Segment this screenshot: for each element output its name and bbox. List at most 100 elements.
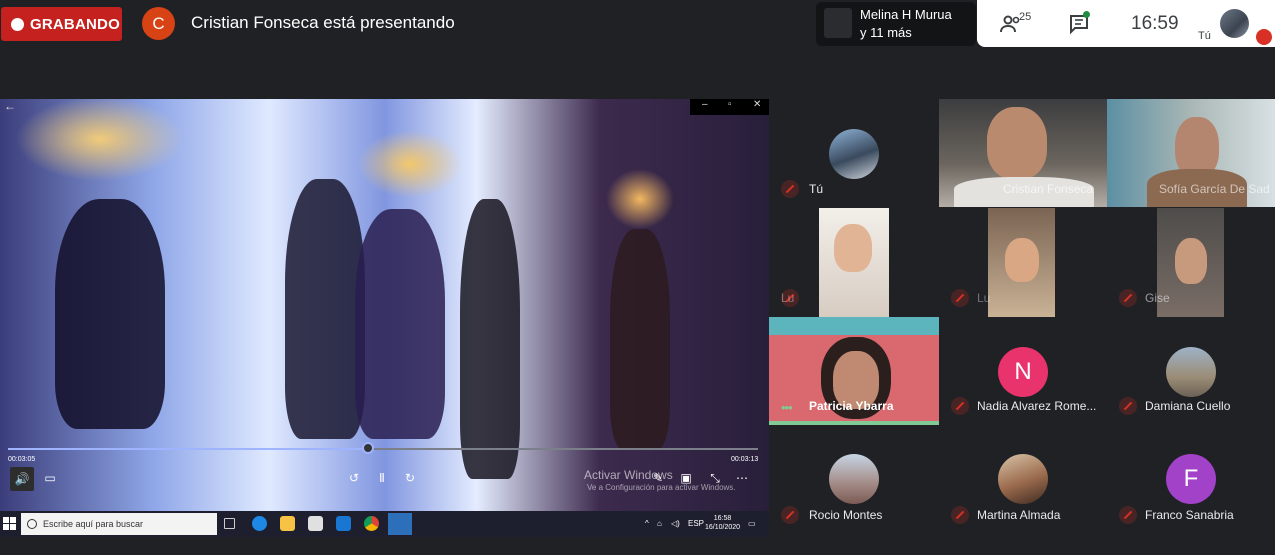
participant-tile[interactable]: Cristian Fonseca xyxy=(939,99,1107,207)
taskbar-search[interactable]: Escribe aquí para buscar xyxy=(21,513,217,535)
participant-tile[interactable]: Martina Almada xyxy=(939,426,1107,535)
speaker-thumbnail xyxy=(824,8,852,38)
mic-off-icon xyxy=(1256,29,1272,45)
participant-name: Gise xyxy=(1145,291,1170,305)
taskbar-search-text: Escribe aquí para buscar xyxy=(43,519,144,529)
participant-tile[interactable]: Tú xyxy=(769,99,939,207)
dancer-figure xyxy=(55,199,165,429)
participant-name: Sofía García De Sad xyxy=(1159,182,1270,196)
man-figure xyxy=(460,199,520,479)
taskbar-time: 16:58 xyxy=(713,515,732,522)
participant-name: Franco Sanabria xyxy=(1145,508,1234,522)
participant-tile[interactable]: F Franco Sanabria xyxy=(1107,426,1275,535)
mail-icon[interactable] xyxy=(336,516,351,531)
dancer-figure xyxy=(355,209,445,439)
edge-icon[interactable] xyxy=(252,516,267,531)
chrome-icon[interactable] xyxy=(364,516,379,531)
chat-notification-dot xyxy=(1083,11,1090,18)
subtitles-icon[interactable]: ▭ xyxy=(40,471,60,485)
notifications-icon[interactable]: ▭ xyxy=(748,519,756,528)
forward-icon[interactable]: ↻ xyxy=(400,471,420,485)
speaking-indicator-icon: ••• xyxy=(781,400,793,415)
participant-name: Nadia Alvarez Rome... xyxy=(977,399,1097,413)
participant-avatar: F xyxy=(1166,454,1216,504)
activation-watermark-sub: Ve a Configuración para activar Windows. xyxy=(587,483,736,492)
dancer-figure xyxy=(610,229,670,449)
taskbar-date: 16/10/2020 xyxy=(705,524,741,531)
participants-count: 25 xyxy=(1019,11,1032,23)
active-speaker-border xyxy=(769,421,939,425)
activation-watermark-title: Activar Windows xyxy=(584,468,673,482)
participant-tile[interactable]: Lu xyxy=(939,208,1107,317)
maximize-icon[interactable]: ▫ xyxy=(728,99,732,110)
participant-name: Lu xyxy=(977,291,991,305)
file-explorer-icon[interactable] xyxy=(280,516,295,531)
self-label: Tú xyxy=(1198,30,1211,42)
participant-name: Lu xyxy=(781,291,795,305)
self-avatar[interactable] xyxy=(1220,9,1249,38)
participant-video xyxy=(769,317,939,335)
active-speaker-name: Melina H Murua xyxy=(860,7,952,22)
participant-avatar: N xyxy=(998,347,1048,397)
windows-start-icon[interactable] xyxy=(3,517,16,530)
mic-off-icon xyxy=(1119,397,1137,415)
participant-name: Patricia Ybarra xyxy=(809,399,894,413)
recording-badge[interactable]: GRABANDO xyxy=(1,7,122,41)
time-current: 00:03:05 xyxy=(8,456,36,463)
participant-tile-active[interactable]: Patricia Ybarra xyxy=(769,317,939,425)
mic-off-icon xyxy=(951,397,969,415)
windows-taskbar: Escribe aquí para buscar ^ ⌂ ◁) ESP 16:5… xyxy=(0,511,769,537)
participant-name: Martina Almada xyxy=(977,508,1061,522)
rewind-icon[interactable]: ↺ xyxy=(344,471,364,485)
participant-tile[interactable]: Lu xyxy=(769,208,939,317)
participant-name: Tú xyxy=(809,182,824,196)
participant-tile[interactable]: Rocio Montes xyxy=(769,426,939,535)
minimize-icon[interactable]: – xyxy=(702,99,708,110)
participant-video xyxy=(1175,117,1219,177)
movies-tv-icon[interactable] xyxy=(388,513,412,535)
active-speaker-more: y 11 más xyxy=(860,25,912,40)
volume-icon[interactable]: 🔊 xyxy=(10,467,34,491)
mic-off-icon xyxy=(951,289,969,307)
participant-tile[interactable]: Gise xyxy=(1107,208,1275,317)
participant-video xyxy=(987,107,1047,179)
participant-tile[interactable]: N Nadia Alvarez Rome... xyxy=(939,317,1107,425)
speaker-tray-icon[interactable]: ◁) xyxy=(671,519,680,528)
recording-label: GRABANDO xyxy=(30,15,120,33)
participant-name: Rocio Montes xyxy=(809,508,883,522)
presenter-text: Cristian Fonseca está presentando xyxy=(191,13,455,32)
taskbar-clock[interactable]: 16:58 16/10/2020 xyxy=(705,514,740,532)
mic-off-icon xyxy=(781,180,799,198)
store-icon[interactable] xyxy=(308,516,323,531)
participant-video xyxy=(1175,238,1207,284)
participant-photo xyxy=(829,129,879,179)
mic-off-icon xyxy=(1119,506,1137,524)
language-indicator[interactable]: ESP xyxy=(688,519,704,528)
task-view-icon[interactable] xyxy=(224,518,235,529)
participant-photo xyxy=(998,454,1048,504)
progress-fill xyxy=(8,448,368,450)
close-icon[interactable]: ✕ xyxy=(753,99,761,110)
back-arrow-icon[interactable]: ← xyxy=(4,99,16,113)
record-dot-icon xyxy=(11,17,24,31)
mic-off-icon xyxy=(781,506,799,524)
participant-name: Damiana Cuello xyxy=(1145,399,1231,413)
participant-video xyxy=(834,224,872,272)
pause-icon[interactable]: Ⅱ xyxy=(372,471,392,485)
tray-chevron-icon[interactable]: ^ xyxy=(645,519,649,528)
search-icon xyxy=(27,519,37,529)
progress-knob[interactable] xyxy=(362,442,374,454)
man-figure xyxy=(285,179,365,439)
participant-photo xyxy=(1166,347,1216,397)
participant-video xyxy=(1005,238,1039,282)
shared-screen: ← – ▫ ✕ 00:03:05 00:03:13 🔊 ▭ ↺ Ⅱ ↻ ✎ ▣ … xyxy=(0,99,769,537)
participant-tile[interactable]: Sofía García De Sad xyxy=(1107,99,1275,207)
participant-photo xyxy=(829,454,879,504)
mic-off-icon xyxy=(1119,289,1137,307)
mic-off-icon xyxy=(951,506,969,524)
network-icon[interactable]: ⌂ xyxy=(657,519,662,528)
time-total: 00:03:13 xyxy=(731,456,759,463)
presenter-avatar: C xyxy=(142,7,175,40)
participant-name: Cristian Fonseca xyxy=(1003,182,1094,196)
participant-tile[interactable]: Damiana Cuello xyxy=(1107,317,1275,425)
